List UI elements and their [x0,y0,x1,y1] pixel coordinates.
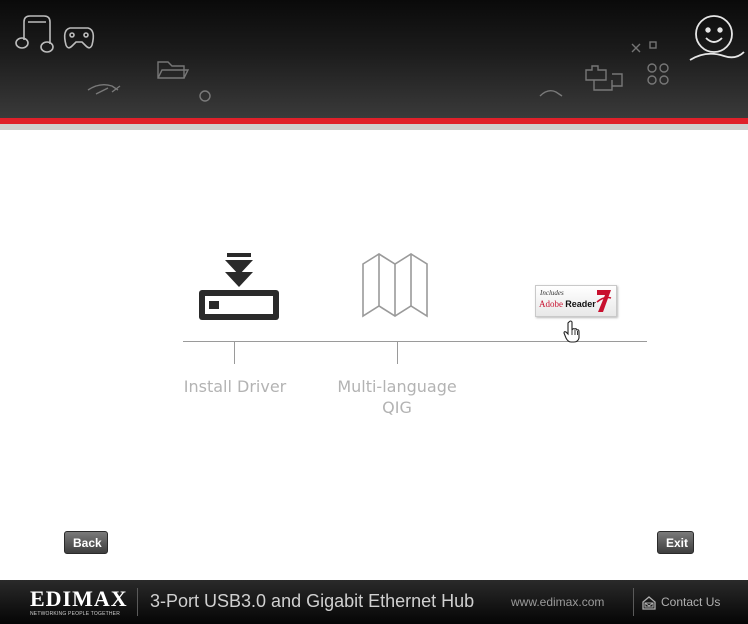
menu-item-qig[interactable]: Multi-language QIG [325,250,469,430]
install-driver-label: Install Driver [183,377,287,396]
smiley-hand-icon [689,15,745,61]
header-decoration [15,15,745,102]
adobe-reader-badge[interactable]: Includes Adobe Reader [535,285,617,317]
adobe-reader-text: Adobe Reader [539,299,596,309]
hand-cursor-icon [563,320,580,343]
header-banner [0,0,748,118]
music-icon [15,15,54,53]
gamepad-icon [63,27,95,49]
footer-separator [633,588,634,616]
adobe-seven-icon [596,290,612,312]
website-link[interactable]: www.edimax.com [511,595,604,609]
back-button[interactable]: Back [64,531,108,554]
puzzle-icon [539,65,623,97]
network-icon [631,41,669,85]
product-name: 3-Port USB3.0 and Gigabit Ethernet Hub [150,591,475,611]
menu-item-install-driver[interactable]: Install Driver [183,250,287,400]
edimax-logo: EDIMAX NETWORKING PEOPLE TOGETHER [30,586,128,618]
brand-name: EDIMAX [30,586,128,611]
globe-icon [199,90,211,102]
install-driver-icon [199,253,279,320]
brand-tagline: NETWORKING PEOPLE TOGETHER [30,611,121,617]
exit-button[interactable]: Exit [657,531,694,554]
folder-icon [157,61,190,79]
adobe-includes-text: Includes [540,289,564,297]
map-fold-icon [362,253,428,318]
footer-separator [137,588,138,616]
qig-label: Multi-language QIG [337,377,457,417]
contact-us-link[interactable]: Contact Us [642,592,720,612]
footer-bar: EDIMAX NETWORKING PEOPLE TOGETHER 3-Port… [0,580,748,624]
handshake-icon [87,83,121,95]
header-grey-stripe [0,124,748,130]
house-mail-icon [642,595,656,610]
contact-us-label: Contact Us [661,595,721,609]
